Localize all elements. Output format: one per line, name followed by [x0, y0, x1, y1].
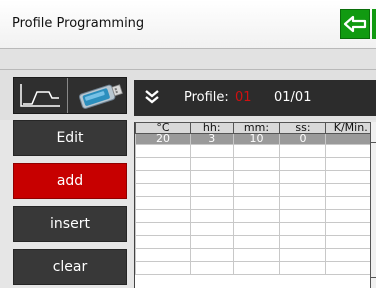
- usb-stick-icon[interactable]: [72, 80, 124, 112]
- back-button[interactable]: [340, 9, 370, 39]
- column-header-rate: K/Min.: [325, 122, 376, 134]
- insert-button[interactable]: insert: [13, 206, 127, 242]
- profile-number: 01: [235, 90, 252, 105]
- clear-button[interactable]: clear: [13, 249, 127, 285]
- table-row[interactable]: [135, 235, 376, 249]
- view-switch-panel: [13, 77, 127, 114]
- help-button[interactable]: ?: [372, 9, 376, 39]
- profile-curve-icon[interactable]: [18, 82, 62, 109]
- table-row[interactable]: [135, 222, 376, 236]
- window-title: Profile Programming: [12, 16, 145, 31]
- table-cell[interactable]: [325, 133, 376, 145]
- table-cell[interactable]: 3: [189, 133, 234, 145]
- scroll-down-area[interactable]: [371, 277, 376, 288]
- add-button[interactable]: add: [13, 163, 127, 199]
- edit-button[interactable]: Edit: [13, 120, 127, 156]
- profile-table: °C hh: mm: ss: K/Min. 20 3 10 0: [134, 122, 376, 288]
- table-scrollbar[interactable]: [370, 122, 376, 288]
- table-row[interactable]: [135, 248, 376, 262]
- table-row[interactable]: [135, 157, 376, 171]
- table-row[interactable]: [135, 261, 376, 275]
- double-chevron-down-icon[interactable]: [144, 89, 160, 105]
- title-bar: Profile Programming ?: [0, 0, 376, 49]
- profile-label: Profile:: [184, 90, 229, 105]
- table-cell[interactable]: 10: [232, 133, 281, 145]
- profile-bar: Profile: 01 01/01: [134, 80, 376, 116]
- toolbar-strip: [0, 49, 376, 70]
- segment-table: °C hh: mm: ss: K/Min. 20 3 10 0: [135, 122, 376, 275]
- table-row[interactable]: [135, 183, 376, 197]
- table-row[interactable]: [135, 170, 376, 184]
- icon-divider: [67, 78, 68, 113]
- table-row[interactable]: [135, 144, 376, 158]
- table-row[interactable]: [135, 209, 376, 223]
- scroll-up-area[interactable]: [371, 122, 376, 143]
- profile-position: 01/01: [274, 90, 312, 105]
- table-cell[interactable]: 20: [135, 133, 191, 145]
- table-row[interactable]: [135, 196, 376, 210]
- table-row[interactable]: 20 3 10 0: [135, 133, 376, 145]
- back-arrow-icon: [343, 15, 367, 33]
- table-cell[interactable]: 0: [279, 133, 327, 145]
